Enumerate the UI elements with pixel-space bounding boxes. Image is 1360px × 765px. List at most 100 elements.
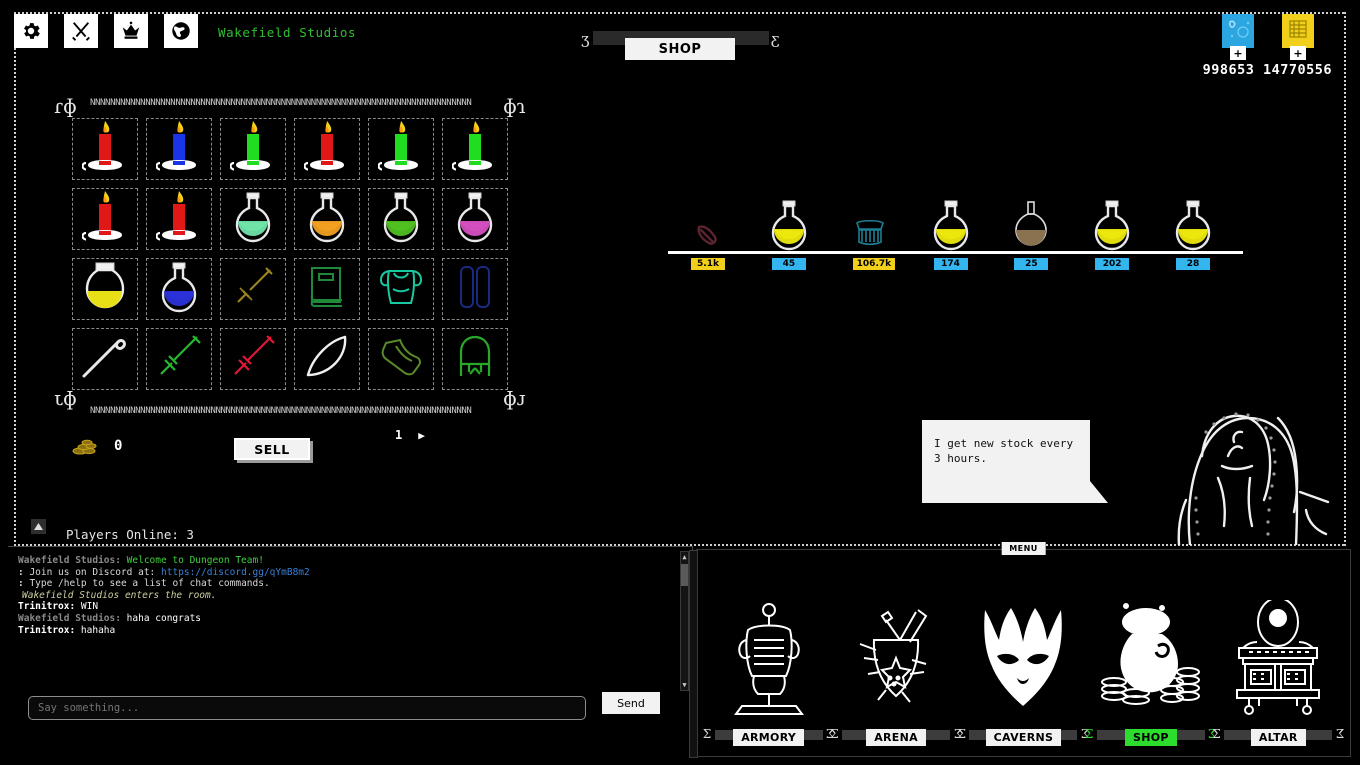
scroll-up-icon[interactable]: ▲ [681, 553, 688, 561]
inventory-slot[interactable] [142, 254, 216, 324]
armor-stand-icon [709, 598, 829, 720]
shop-item[interactable] [759, 199, 819, 251]
inventory-slot[interactable] [364, 114, 438, 184]
inventory-slot[interactable] [364, 324, 438, 394]
gold-display: 0 [72, 437, 122, 455]
inventory-slot[interactable] [364, 184, 438, 254]
shop-item-price: 202 [1095, 258, 1129, 270]
shop-item-price: 106.7k [853, 258, 895, 270]
chat-input[interactable] [28, 696, 586, 720]
inventory-slot[interactable] [68, 254, 142, 324]
shop-item-price: 174 [934, 258, 968, 270]
chat-text: WIN [81, 601, 98, 612]
candle-icon [230, 117, 276, 181]
inventory-slot[interactable] [364, 254, 438, 324]
menu-item-label-wrap: ΣΣARMORY [709, 726, 829, 748]
page-number: 1 [395, 428, 402, 442]
candle-icon [304, 117, 350, 181]
shop-item[interactable] [1082, 199, 1142, 251]
scroll-left-icon: ʒ [581, 30, 589, 48]
frame-top [14, 12, 1346, 14]
inventory-pager: 1 ▶ [395, 428, 425, 442]
shop-banner-title: SHOP [625, 38, 735, 60]
inventory-slot[interactable] [438, 324, 512, 394]
chat-scroll-thumb[interactable] [681, 564, 688, 586]
gold-coins-icon [72, 437, 100, 455]
potion-icon [157, 261, 201, 317]
brown-potion-icon [1001, 199, 1061, 251]
crown-icon[interactable] [114, 14, 148, 48]
inventory-slot[interactable] [290, 184, 364, 254]
inventory-slot[interactable] [290, 254, 364, 324]
shop-item[interactable] [1163, 199, 1223, 251]
bracket-left-icon: Σ [830, 727, 838, 741]
add-gems-button[interactable]: + [1230, 46, 1246, 60]
gauntlets-icon [458, 265, 492, 313]
bracket-left-icon: Σ [703, 727, 711, 741]
menu-scrollbar[interactable] [689, 550, 698, 758]
altar-icon [1218, 598, 1338, 720]
shop-item[interactable] [1001, 199, 1061, 251]
npc-dialogue-text: I get new stock every 3 hours. [934, 437, 1073, 465]
chat-line: Wakefield Studios enters the room. [18, 590, 678, 602]
menu-item-shop[interactable]: ΣΣSHOP [1091, 598, 1211, 748]
inventory-slot[interactable] [68, 184, 142, 254]
shop-item[interactable] [678, 199, 738, 251]
inventory-slot[interactable] [216, 184, 290, 254]
candle-icon [378, 117, 424, 181]
currency-counts: 998653 14770556 [1203, 62, 1332, 78]
menu-items: ΣΣARMORY ΣΣARENA ΣΣCAVERNS ΣΣSHOP [705, 566, 1342, 748]
currency-coins[interactable]: + [1282, 14, 1314, 54]
leather-scrap-icon [678, 199, 738, 251]
inventory-slot[interactable] [216, 254, 290, 324]
inventory-slot[interactable] [438, 184, 512, 254]
shop-item-price: 45 [772, 258, 806, 270]
next-page-arrow-icon[interactable]: ▶ [418, 429, 425, 442]
demon-mask-icon [963, 598, 1083, 720]
inventory-slot[interactable] [216, 114, 290, 184]
yellow-potion-icon [921, 199, 981, 251]
chat-text: Welcome to Dungeon Team! [127, 555, 264, 566]
send-button[interactable]: Send [602, 692, 660, 714]
globe-icon[interactable] [164, 14, 198, 48]
menu-item-altar[interactable]: ΣΣALTAR [1218, 598, 1338, 748]
chat-scrollbar[interactable]: ▲ ▼ [680, 551, 689, 691]
chat-panel: Wakefield Studios: Welcome to Dungeon Te… [8, 546, 693, 757]
bracket-right-icon: Σ [1336, 727, 1344, 741]
inventory-slot[interactable] [438, 114, 512, 184]
staff-icon [80, 334, 130, 384]
inventory-slot[interactable] [290, 114, 364, 184]
menu-item-caverns[interactable]: ΣΣCAVERNS [963, 598, 1083, 748]
npc-dialogue-bubble: I get new stock every 3 hours. [922, 420, 1090, 503]
book-icon [307, 265, 347, 313]
inventory-slot[interactable] [142, 184, 216, 254]
discord-link[interactable]: https://discord.gg/qYmB8m2 [161, 567, 310, 578]
bracket-left-icon: Σ [1085, 727, 1093, 741]
chat-author: Trinitrox: [18, 601, 81, 612]
inventory-slot[interactable] [216, 324, 290, 394]
crossed-swords-icon[interactable] [64, 14, 98, 48]
inventory-slot[interactable] [68, 324, 142, 394]
inventory-frame-top: NNNNNNNNNNNNNNNNNNNNNNNNNNNNNNNNNNNNNNNN… [90, 98, 482, 109]
add-coins-button[interactable]: + [1290, 46, 1306, 60]
inventory-slot[interactable] [68, 114, 142, 184]
shop-item[interactable] [921, 199, 981, 251]
menu-item-arena[interactable]: ΣΣARENA [836, 598, 956, 748]
chat-text: Type /help to see a list of chat command… [29, 578, 269, 589]
settings-icon[interactable] [14, 14, 48, 48]
potion-icon [379, 191, 423, 247]
inventory-slot[interactable] [142, 324, 216, 394]
chat-text: haha congrats [127, 613, 201, 624]
minimize-chat-button[interactable] [31, 519, 46, 534]
bubble-tail [1090, 481, 1108, 503]
window-icon [34, 523, 43, 530]
chestplate-icon [378, 267, 424, 311]
inventory-slot[interactable] [290, 324, 364, 394]
currency-gems[interactable]: + [1222, 14, 1254, 54]
inventory-slot[interactable] [438, 254, 512, 324]
sell-button[interactable]: SELL [234, 438, 310, 460]
scroll-down-icon[interactable]: ▼ [681, 681, 688, 689]
menu-item-armory[interactable]: ΣΣARMORY [709, 598, 829, 748]
inventory-slot[interactable] [142, 114, 216, 184]
shop-item[interactable] [840, 199, 900, 251]
